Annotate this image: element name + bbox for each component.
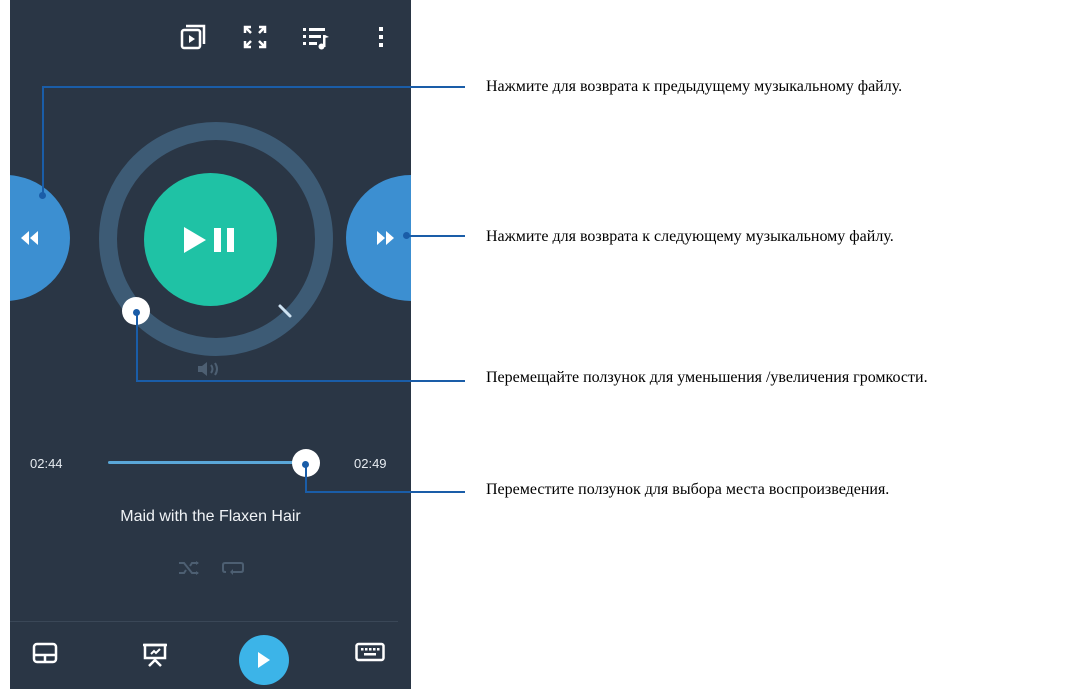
nav-play-button[interactable] — [239, 635, 289, 685]
volume-icon — [198, 362, 218, 376]
repeat-icon[interactable] — [222, 560, 244, 576]
callout-line — [42, 86, 465, 88]
bottom-nav-divider — [10, 621, 398, 622]
next-track-button[interactable] — [346, 175, 411, 301]
play-pause-icon — [184, 227, 234, 253]
touchpad-icon[interactable] — [32, 642, 58, 664]
callout-line — [136, 380, 465, 382]
more-vert-icon[interactable] — [366, 22, 396, 52]
callout-line — [305, 491, 465, 493]
callout-dot — [403, 232, 410, 239]
callout-text-seek: Переместите ползунок для выбора места во… — [486, 481, 890, 498]
callout-line — [42, 86, 44, 196]
callout-dot — [302, 461, 309, 468]
callout-text-volume: Перемещайте ползунок для уменьшения /уве… — [486, 369, 928, 386]
callout-line — [305, 465, 307, 493]
callout-text-previous: Нажмите для возврата к предыдущему музык… — [486, 78, 903, 95]
song-title: Maid with the Flaxen Hair — [120, 508, 301, 525]
music-player-screen: 02:44 02:49 Maid with the Flaxen Hair — [10, 0, 411, 689]
play-icon — [258, 652, 270, 668]
fast-forward-icon — [377, 231, 394, 245]
shuffle-icon[interactable] — [178, 560, 200, 576]
presentation-icon[interactable] — [142, 642, 168, 668]
callout-dot — [39, 192, 46, 199]
cast-icon[interactable] — [178, 22, 208, 52]
rewind-icon — [21, 231, 38, 245]
seek-bar[interactable] — [108, 461, 304, 464]
callout-line — [136, 313, 138, 381]
elapsed-time: 02:44 — [30, 456, 63, 471]
playlist-icon[interactable] — [300, 22, 330, 52]
callout-text-next: Нажмите для возврата к следующему музыка… — [486, 228, 894, 245]
callout-line — [405, 235, 465, 237]
callout-dot — [133, 309, 140, 316]
total-time: 02:49 — [354, 456, 387, 471]
keyboard-icon[interactable] — [355, 642, 385, 662]
fullscreen-icon[interactable] — [240, 22, 270, 52]
play-pause-button[interactable] — [144, 173, 277, 306]
